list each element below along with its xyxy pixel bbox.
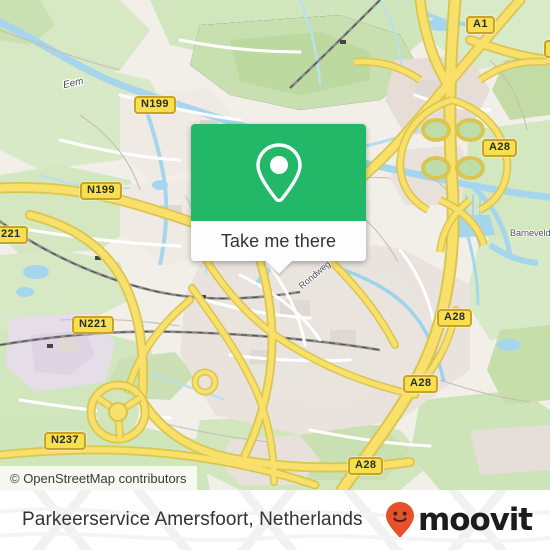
moovit-smile-pin-icon — [386, 502, 415, 538]
road-shield-a28-e: A28 — [544, 40, 550, 58]
map-popup-card[interactable]: Take me there — [191, 124, 366, 274]
road-shield-221: 221 — [0, 226, 28, 244]
road-shield-a28-a: A28 — [482, 139, 518, 157]
location-title: Parkeerservice Amersfoort, Netherlands — [22, 509, 363, 530]
map-pin-icon — [255, 142, 302, 202]
road-shield-n199-a: N199 — [134, 96, 176, 114]
osm-attribution[interactable]: © OpenStreetMap contributors — [0, 466, 197, 490]
map-page: N199 N199 221 N221 N237 A1 A28 A28 A28 A… — [0, 0, 550, 550]
popup-tail — [265, 261, 292, 274]
road-shield-n237: N237 — [44, 432, 86, 450]
popup-cta-area[interactable]: Take me there — [191, 221, 366, 274]
road-shield-a1: A1 — [466, 16, 495, 34]
moovit-logo[interactable]: moovit — [385, 501, 533, 539]
road-shield-n199-b: N199 — [80, 182, 122, 200]
road-shield-a28-c: A28 — [403, 375, 439, 393]
moovit-wordmark: moovit — [418, 501, 533, 538]
take-me-there-label: Take me there — [220, 230, 337, 251]
road-shield-a28-b: A28 — [437, 309, 473, 327]
road-shield-n221: N221 — [72, 316, 114, 334]
road-shield-a28-d: A28 — [348, 457, 384, 475]
footer-bar: Parkeerservice Amersfoort, Netherlands m… — [0, 490, 550, 550]
street-label-barneveldsebeek: Barneveldsebeek — [510, 228, 550, 238]
osm-attribution-text: © OpenStreetMap contributors — [10, 470, 187, 486]
popup-icon-area — [191, 124, 366, 221]
